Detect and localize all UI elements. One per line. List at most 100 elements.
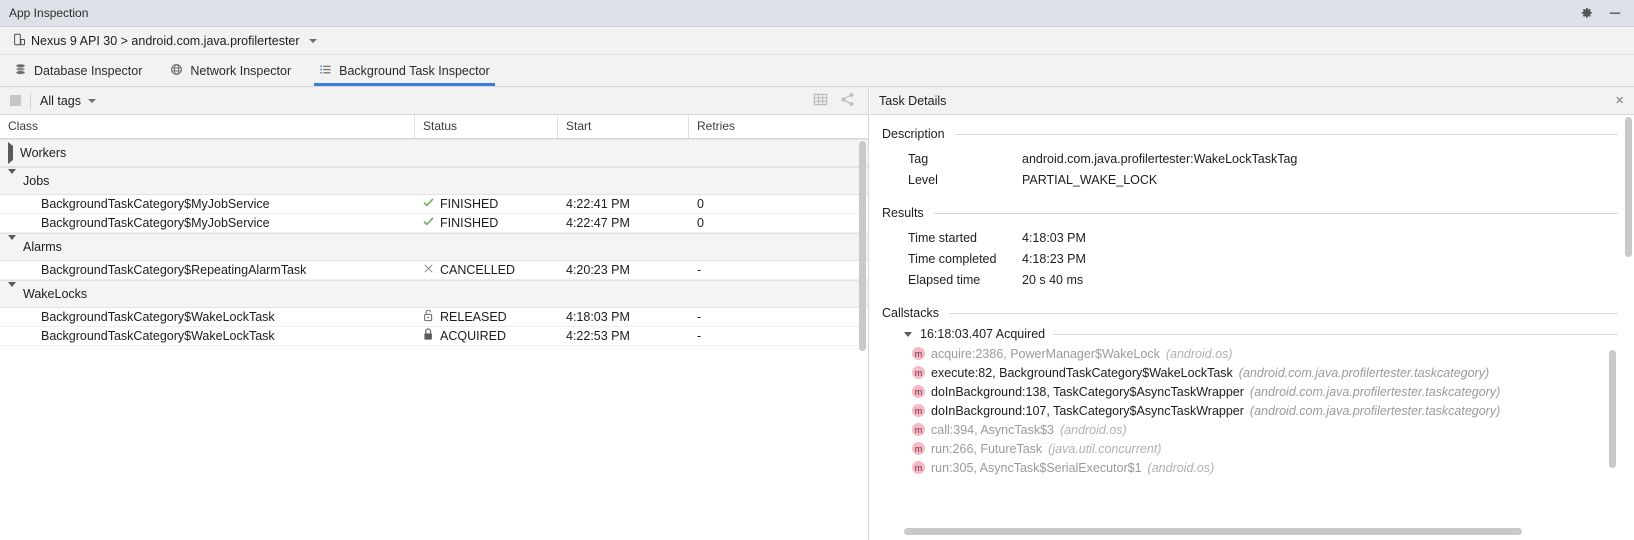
task-table-row[interactable]: BackgroundTaskCategory$MyJobServiceFINIS… (0, 195, 869, 214)
callstack-frame-package: (android.com.java.profilertester.taskcat… (1250, 385, 1500, 399)
task-details-scrollbar[interactable] (1625, 117, 1632, 257)
field-level-value: PARTIAL_WAKE_LOCK (1022, 173, 1157, 187)
cell-retries: - (689, 263, 869, 277)
group-twisty[interactable] (8, 240, 16, 254)
window-titlebar: App Inspection (0, 0, 1634, 27)
task-table-body: WorkersJobsBackgroundTaskCategory$MyJobS… (0, 139, 869, 346)
task-group-label: WakeLocks (23, 287, 87, 301)
task-list-scrollbar[interactable] (859, 141, 866, 351)
tab-network-inspector-label: Network Inspector (190, 64, 291, 78)
callstack-frame[interactable]: mrun:266, FutureTask(java.util.concurren… (912, 439, 1618, 458)
stop-icon[interactable] (10, 95, 21, 106)
chevron-down-icon (8, 169, 16, 188)
status-label: ACQUIRED (440, 329, 506, 343)
callstack-vertical-scrollbar[interactable] (1609, 350, 1616, 468)
close-icon[interactable]: × (1615, 93, 1624, 108)
method-icon: m (912, 404, 925, 417)
process-selector-label: Nexus 9 API 30 > android.com.java.profil… (31, 34, 300, 48)
field-time-completed: Time completed 4:18:23 PM (882, 248, 1618, 269)
database-icon (14, 63, 27, 79)
task-list-view-toggles (813, 92, 868, 110)
column-header-class[interactable]: Class (0, 115, 415, 138)
column-header-retries[interactable]: Retries (689, 115, 869, 138)
callstack-frame[interactable]: mrun:305, AsyncTask$SerialExecutor$1(and… (912, 458, 1618, 477)
field-elapsed-time-label: Elapsed time (882, 273, 1022, 287)
tab-database-inspector-label: Database Inspector (34, 64, 142, 78)
column-header-start[interactable]: Start (558, 115, 689, 138)
app-inspection-window: App Inspection Nex (0, 0, 1634, 540)
task-table-row[interactable]: BackgroundTaskCategory$WakeLockTaskRELEA… (0, 308, 869, 327)
callstack-frame[interactable]: mcall:394, AsyncTask$3(android.os) (912, 420, 1618, 439)
callstack-group-header[interactable]: 16:18:03.407 Acquired (904, 327, 1618, 341)
column-header-status[interactable]: Status (415, 115, 558, 138)
chevron-down-icon (904, 332, 912, 337)
cell-retries: - (689, 310, 869, 324)
tab-background-task-inspector[interactable]: Background Task Inspector (305, 55, 504, 86)
section-header-results: Results (882, 206, 1618, 220)
callstack-frame[interactable]: m doInBackground:138, TaskCategory$AsyncT… (912, 382, 1618, 401)
field-time-started-label: Time started (882, 231, 1022, 245)
chevron-down-icon (8, 235, 16, 254)
callstack-frame-method: acquire:2386, PowerManager$WakeLock (931, 347, 1160, 361)
callstack-frame[interactable]: macquire:2386, PowerManager$WakeLock(and… (912, 344, 1618, 363)
callstack-frame[interactable]: mexecute:82, BackgroundTaskCategory$Wake… (912, 363, 1618, 382)
field-tag-value: android.com.java.profilertester:WakeLock… (1022, 152, 1297, 166)
section-header-callstacks: Callstacks (882, 306, 1618, 320)
process-selector-bar: Nexus 9 API 30 > android.com.java.profil… (0, 27, 1634, 55)
section-rule (1053, 334, 1618, 335)
cell-class: BackgroundTaskCategory$MyJobService (0, 216, 415, 230)
chevron-right-icon (8, 142, 13, 164)
task-table-row[interactable]: BackgroundTaskCategory$WakeLockTaskACQUI… (0, 327, 869, 346)
cell-start: 4:22:53 PM (558, 329, 689, 343)
tags-filter-dropdown[interactable]: All tags (40, 94, 96, 108)
task-group-row-jobs[interactable]: Jobs (0, 167, 869, 195)
chevron-down-icon (8, 282, 16, 301)
check-icon (423, 216, 434, 230)
cell-status: FINISHED (415, 216, 558, 230)
cell-class: BackgroundTaskCategory$MyJobService (0, 197, 415, 211)
lock-closed-icon (423, 328, 434, 344)
task-table-row[interactable]: BackgroundTaskCategory$MyJobServiceFINIS… (0, 214, 869, 233)
group-twisty[interactable] (8, 146, 13, 160)
cell-retries: - (689, 329, 869, 343)
section-header-description: Description (882, 127, 1618, 141)
section-rule (934, 213, 1618, 214)
cell-start: 4:22:47 PM (558, 216, 689, 230)
method-icon: m (912, 442, 925, 455)
callstack-frame-package: (java.util.concurrent) (1048, 442, 1161, 456)
minimize-icon[interactable] (1608, 6, 1622, 20)
tab-network-inspector[interactable]: Network Inspector (156, 55, 305, 86)
globe-icon (170, 63, 183, 79)
method-icon: m (912, 461, 925, 474)
callstack-frame-package: (android.com.java.profilertester.taskcat… (1239, 366, 1489, 380)
section-title-results: Results (882, 206, 924, 220)
task-group-row-workers[interactable]: Workers (0, 139, 869, 167)
task-table-row[interactable]: BackgroundTaskCategory$RepeatingAlarmTas… (0, 261, 869, 280)
callstack-frame[interactable]: mdoInBackground:107, TaskCategory$AsyncT… (912, 401, 1618, 420)
group-twisty[interactable] (8, 287, 16, 301)
task-group-row-wakelocks[interactable]: WakeLocks (0, 280, 869, 308)
inspector-tabbar: Database Inspector Network Inspector (0, 55, 1634, 87)
method-icon: m (912, 385, 925, 398)
field-time-completed-value: 4:18:23 PM (1022, 252, 1086, 266)
callstack-group-label: 16:18:03.407 Acquired (920, 327, 1045, 341)
tab-database-inspector[interactable]: Database Inspector (0, 55, 156, 86)
section-rule (955, 134, 1618, 135)
section-title-description: Description (882, 127, 945, 141)
tab-background-task-inspector-label: Background Task Inspector (339, 64, 490, 78)
callstack-frame-method: call:394, AsyncTask$3 (931, 423, 1054, 437)
task-group-row-alarms[interactable]: Alarms (0, 233, 869, 261)
task-details-body: Description Tag android.com.java.profile… (870, 115, 1634, 540)
process-selector[interactable]: Nexus 9 API 30 > android.com.java.profil… (9, 31, 321, 51)
callstack-horizontal-scrollbar[interactable] (904, 528, 1522, 535)
callstack-frame-method: doInBackground:138, TaskCategory$AsyncTa… (931, 385, 1244, 399)
lock-open-icon (423, 309, 434, 325)
task-details-header: Task Details × (870, 87, 1634, 115)
group-twisty[interactable] (8, 174, 16, 188)
tags-filter-label: All tags (40, 94, 81, 108)
graph-view-icon[interactable] (840, 92, 855, 110)
table-view-icon[interactable] (813, 92, 828, 110)
status-label: RELEASED (440, 310, 507, 324)
settings-icon[interactable] (1580, 6, 1594, 20)
method-icon: m (912, 366, 925, 379)
